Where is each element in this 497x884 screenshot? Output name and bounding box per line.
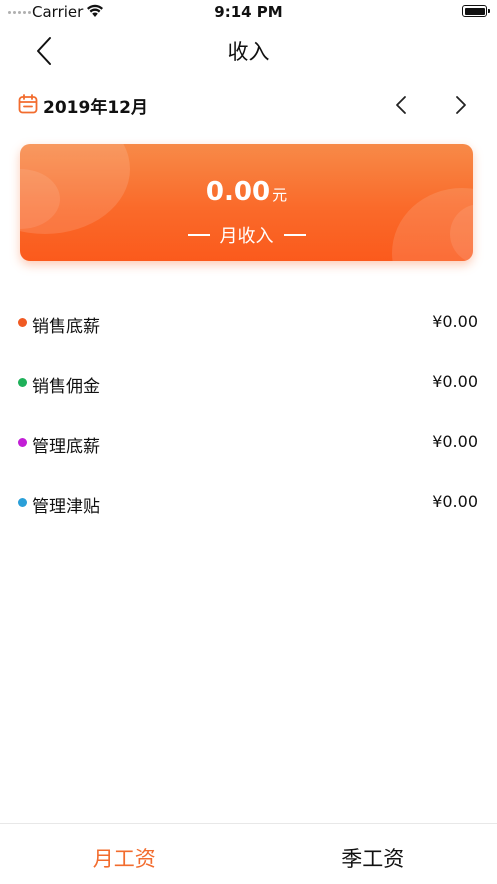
page-title: 收入 [0,36,497,66]
tab-monthly-salary[interactable]: 月工资 [0,824,249,884]
month-selector: 2019年12月 [0,88,497,122]
amount-value: 0.00 [206,177,270,207]
tab-bar: 月工资 季工资 [0,823,497,884]
item-value: ¥0.00 [432,492,478,511]
item-value: ¥0.00 [432,432,478,451]
dot-icon [18,318,27,327]
next-month-button[interactable] [448,91,474,119]
item-label: 销售佣金 [32,372,100,397]
status-time: 9:14 PM [0,3,497,21]
list-item: 管理津贴 ¥0.00 [0,472,497,532]
item-value: ¥0.00 [432,372,478,391]
chevron-left-icon [397,97,405,113]
dot-icon [18,438,27,447]
status-bar: Carrier 9:14 PM [0,0,497,24]
list-item: 管理底薪 ¥0.00 [0,412,497,472]
item-label: 管理津贴 [32,492,100,517]
list-item: 销售佣金 ¥0.00 [0,352,497,412]
income-list: 销售底薪 ¥0.00 销售佣金 ¥0.00 管理底薪 ¥0.00 管理津贴 ¥0… [0,292,497,532]
battery-icon [462,5,487,17]
divider [188,234,210,236]
prev-month-button[interactable] [388,91,414,119]
subtitle-text: 月收入 [220,222,274,248]
income-subtitle: 月收入 [20,222,473,248]
item-value: ¥0.00 [432,312,478,331]
calendar-icon[interactable] [18,94,38,114]
income-amount: 0.00元 [20,177,473,207]
income-summary-card: 0.00元 月收入 [20,144,473,261]
chevron-right-icon [457,97,465,113]
dot-icon [18,378,27,387]
divider [284,234,306,236]
item-label: 销售底薪 [32,312,100,337]
month-label[interactable]: 2019年12月 [43,93,148,118]
tab-quarterly-salary[interactable]: 季工资 [249,824,497,884]
nav-bar: 收入 [0,24,497,76]
list-item: 销售底薪 ¥0.00 [0,292,497,352]
amount-unit: 元 [272,186,287,204]
item-label: 管理底薪 [32,432,100,457]
dot-icon [18,498,27,507]
